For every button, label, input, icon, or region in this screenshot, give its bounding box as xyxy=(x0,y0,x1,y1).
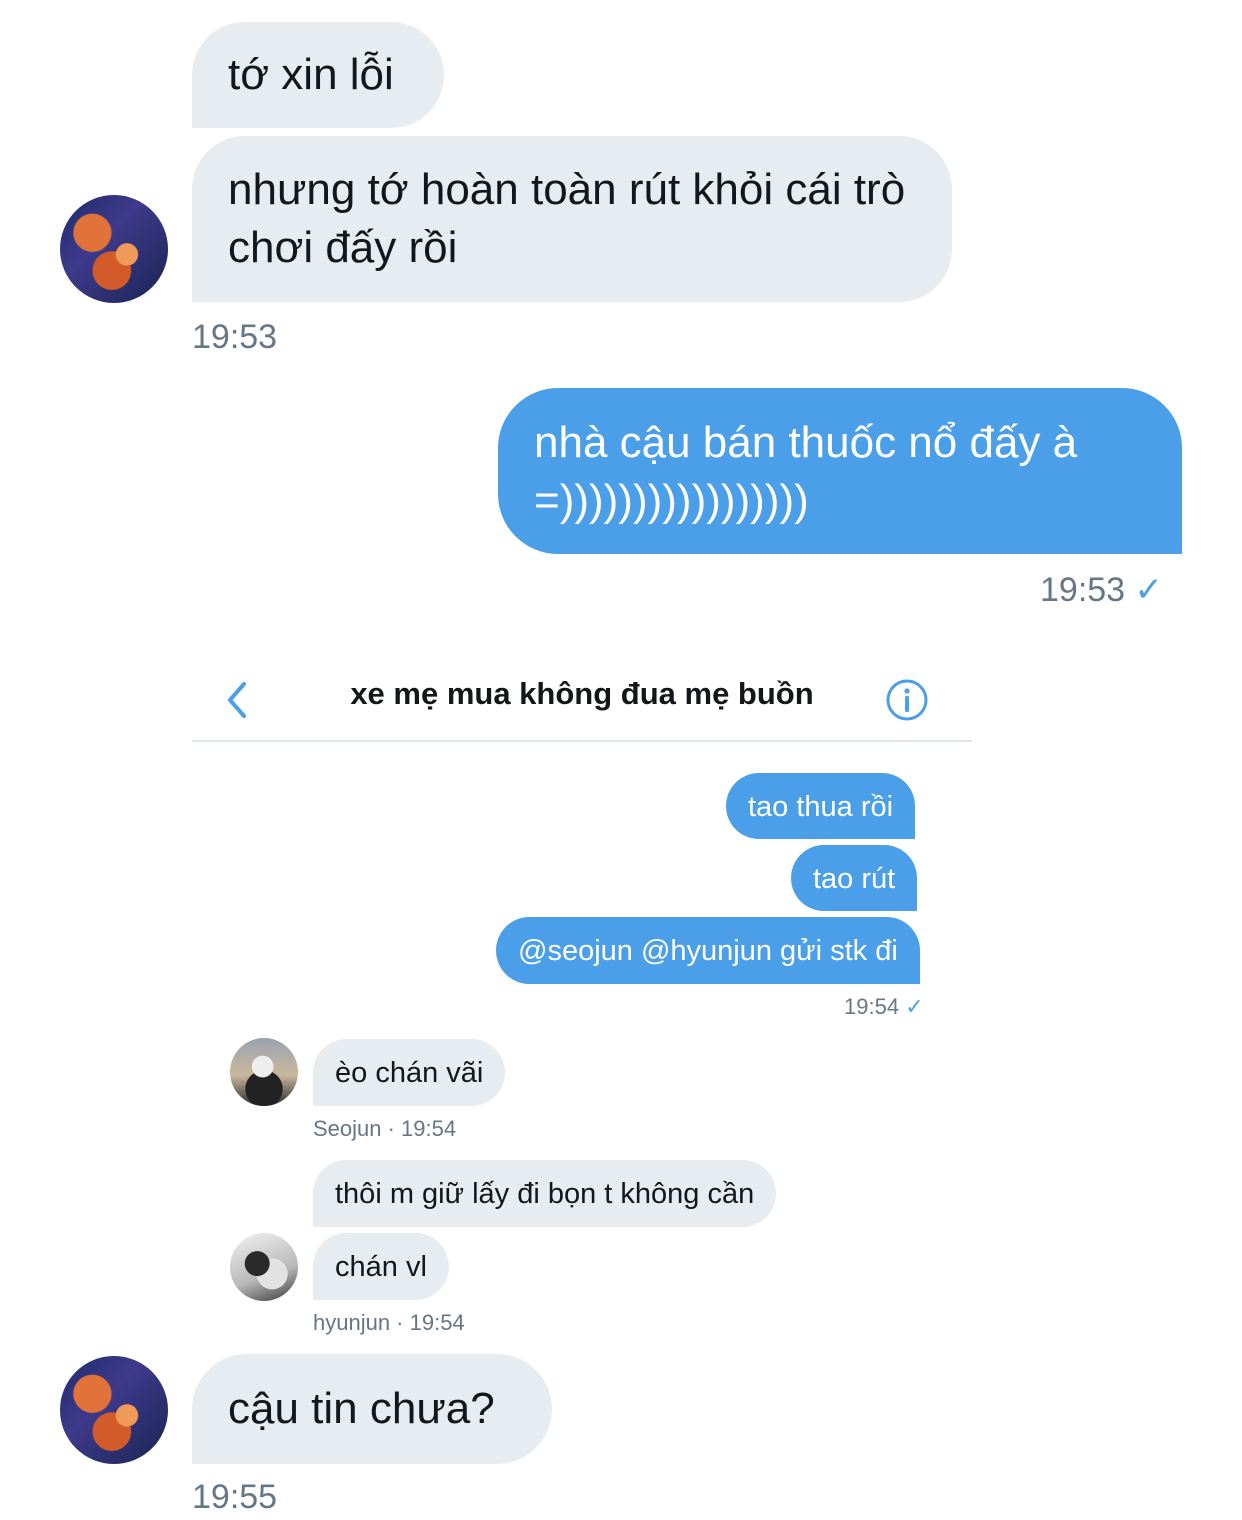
sender-meta: hyunjun · 19:54 xyxy=(313,1310,465,1335)
message-text: èo chán vãi xyxy=(335,1057,484,1089)
message-bubble-incoming[interactable]: chán vl xyxy=(313,1233,449,1300)
message-timestamp: 19:55 xyxy=(192,1478,278,1516)
message-timestamp-row: 19:53 ✓ xyxy=(1040,570,1163,610)
avatar[interactable] xyxy=(60,195,168,303)
message-bubble-incoming[interactable]: tớ xin lỗi xyxy=(192,22,444,128)
message-bubble-outgoing[interactable]: tao rút xyxy=(791,845,918,911)
message-bubble-outgoing[interactable]: @seojun @hyunjun gửi stk đi xyxy=(496,917,920,984)
message-timestamp: 19:54 xyxy=(844,994,900,1019)
message-bubble-incoming[interactable]: nhưng tớ hoàn toàn rút khỏi cái trò chơi… xyxy=(192,136,952,302)
message-text: thôi m giữ lấy đi bọn t không cần xyxy=(335,1178,755,1210)
message-text: nhưng tớ hoàn toàn rút khỏi cái trò chơi… xyxy=(228,165,906,272)
message-bubble-incoming[interactable]: cậu tin chưa? xyxy=(192,1354,552,1464)
message-text: tao thua rồi xyxy=(748,791,894,823)
message-text: @seojun @hyunjun gửi stk đi xyxy=(518,935,898,967)
avatar[interactable] xyxy=(60,1356,168,1464)
info-icon xyxy=(886,679,928,721)
message-text: tao rút xyxy=(813,863,896,895)
header-divider xyxy=(192,740,972,742)
sent-check-icon: ✓ xyxy=(1134,571,1164,609)
message-text: cậu tin chưa? xyxy=(228,1384,495,1433)
info-button[interactable] xyxy=(884,677,930,723)
message-bubble-incoming[interactable]: èo chán vãi xyxy=(313,1039,506,1106)
avatar[interactable] xyxy=(230,1233,298,1301)
message-bubble-outgoing[interactable]: tao thua rồi xyxy=(726,773,916,839)
message-timestamp: 19:53 xyxy=(1040,571,1126,609)
message-text: chán vl xyxy=(335,1251,427,1283)
message-text: tớ xin lỗi xyxy=(228,50,394,99)
message-timestamp-row: 19:54 ✓ xyxy=(844,994,924,1020)
conversation-title: xe mẹ mua không đua mẹ buồn xyxy=(350,676,814,711)
sender-meta: Seojun · 19:54 xyxy=(313,1116,457,1141)
message-text: nhà cậu bán thuốc nổ đấy à =))))))))))))… xyxy=(534,418,1078,525)
message-timestamp: 19:53 xyxy=(192,318,278,356)
avatar[interactable] xyxy=(230,1038,298,1106)
sent-check-icon: ✓ xyxy=(905,994,924,1019)
message-bubble-outgoing[interactable]: nhà cậu bán thuốc nổ đấy à =))))))))))))… xyxy=(498,388,1182,554)
message-bubble-incoming[interactable]: thôi m giữ lấy đi bọn t không cần xyxy=(313,1160,777,1227)
